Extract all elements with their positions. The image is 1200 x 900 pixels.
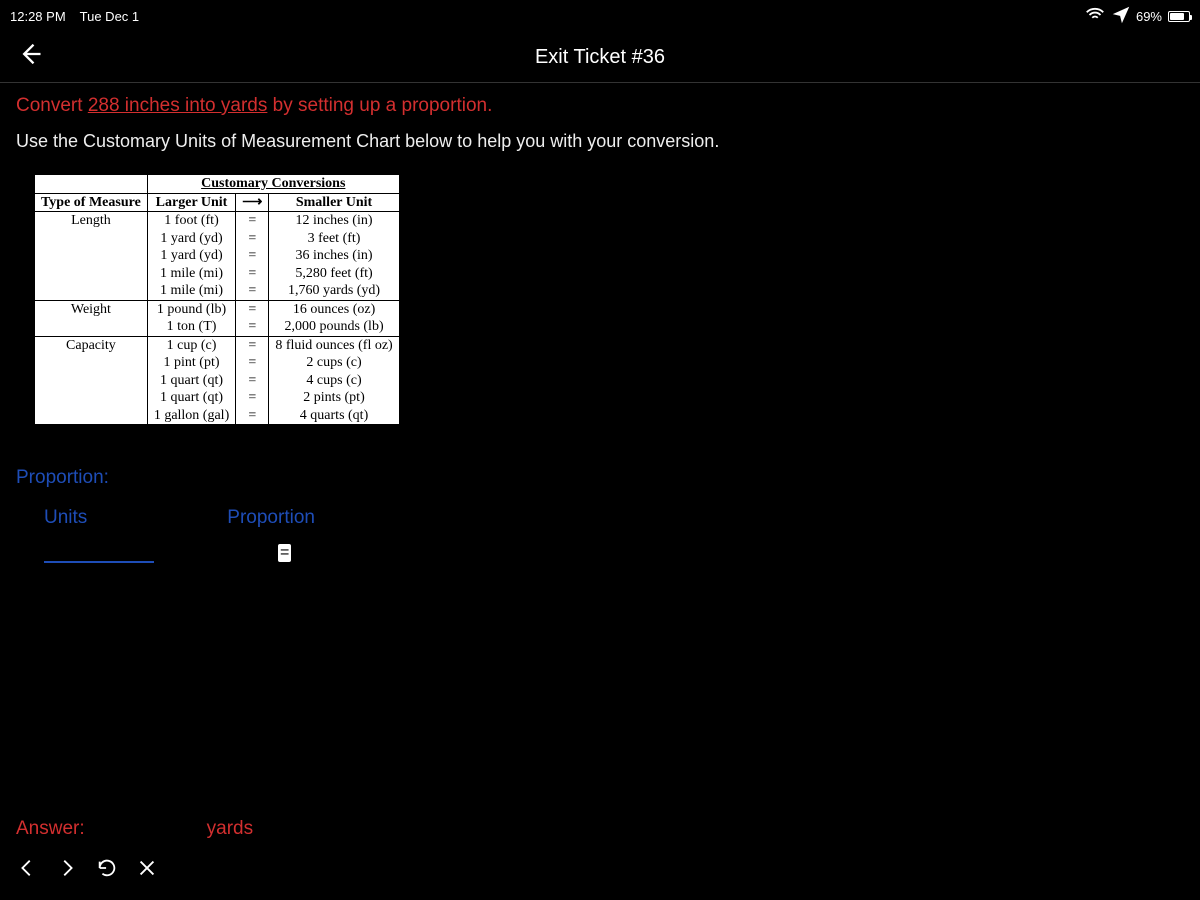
row-eq: = = = = = — [236, 336, 269, 425]
units-label: Units — [44, 507, 87, 529]
prompt-convert: Convert — [16, 95, 83, 116]
arrow-icon: ⟶ — [236, 193, 269, 212]
row-eq: = = = = = — [236, 212, 269, 301]
page-title: Exit Ticket #36 — [535, 46, 665, 69]
row-larger: 1 pound (lb) 1 ton (T) — [147, 300, 235, 336]
nav-bar: Exit Ticket #36 — [0, 33, 1200, 83]
status-time: 12:28 PM — [10, 9, 66, 24]
prompt-rest: by setting up a proportion. — [267, 95, 492, 116]
status-bar: 12:28 PM Tue Dec 1 69% — [0, 0, 1200, 33]
equals-sign: = — [278, 544, 291, 562]
row-larger: 1 cup (c) 1 pint (pt) 1 quart (qt) 1 qua… — [147, 336, 235, 425]
row-smaller: 8 fluid ounces (fl oz) 2 cups (c) 4 cups… — [269, 336, 399, 425]
answer-label: Answer: — [16, 818, 85, 840]
row-smaller: 16 ounces (oz) 2,000 pounds (lb) — [269, 300, 399, 336]
conversion-chart: Customary Conversions Type of Measure La… — [34, 174, 1184, 425]
proportion-col-label: Proportion — [227, 507, 315, 529]
battery-pct: 69% — [1136, 9, 1162, 24]
proportion-label: Proportion: — [16, 467, 1184, 489]
wifi-icon — [1084, 4, 1106, 29]
units-blank[interactable] — [44, 543, 154, 563]
prompt-underlined: 288 inches into yards — [88, 95, 268, 116]
answer-unit: yards — [207, 818, 253, 840]
answer-blank[interactable] — [91, 836, 201, 838]
proportion-work-area[interactable]: = — [44, 543, 1184, 563]
back-button[interactable] — [16, 40, 44, 75]
header-type: Type of Measure — [35, 193, 148, 212]
row-type: Capacity — [35, 336, 148, 425]
nav-prev-button[interactable] — [16, 857, 38, 886]
bottom-toolbar — [16, 857, 158, 886]
prompt-line-2: Use the Customary Units of Measurement C… — [16, 131, 1184, 152]
answer-row: Answer: yards — [16, 818, 253, 840]
location-icon — [1110, 4, 1132, 29]
refresh-button[interactable] — [96, 857, 118, 886]
row-type: Weight — [35, 300, 148, 336]
row-eq: = = — [236, 300, 269, 336]
row-larger: 1 foot (ft) 1 yard (yd) 1 yard (yd) 1 mi… — [147, 212, 235, 301]
prompt-line-1: Convert 288 inches into yards by setting… — [16, 95, 1184, 117]
content: Convert 288 inches into yards by setting… — [0, 83, 1200, 575]
chart-title: Customary Conversions — [147, 175, 399, 194]
header-smaller: Smaller Unit — [269, 193, 399, 212]
row-smaller: 12 inches (in) 3 feet (ft) 36 inches (in… — [269, 212, 399, 301]
close-button[interactable] — [136, 857, 158, 886]
nav-next-button[interactable] — [56, 857, 78, 886]
table-row: Length 1 foot (ft) 1 yard (yd) 1 yard (y… — [35, 212, 400, 301]
table-row: Capacity 1 cup (c) 1 pint (pt) 1 quart (… — [35, 336, 400, 425]
table-row: Weight 1 pound (lb) 1 ton (T) = = 16 oun… — [35, 300, 400, 336]
row-type: Length — [35, 212, 148, 301]
header-larger: Larger Unit — [147, 193, 235, 212]
battery-icon — [1168, 11, 1190, 22]
status-date: Tue Dec 1 — [80, 9, 140, 24]
